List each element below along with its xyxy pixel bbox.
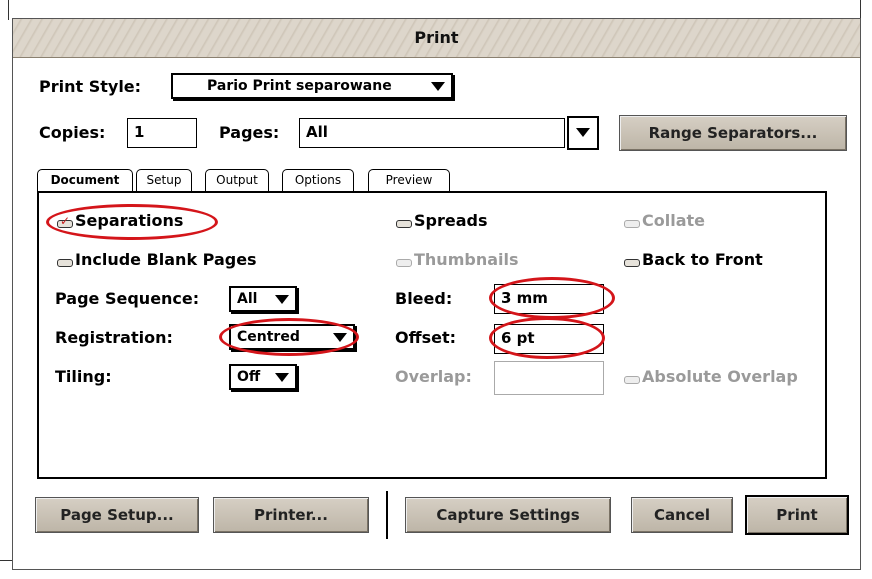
absolute-overlap-label: Absolute Overlap <box>642 367 798 386</box>
include-blank-pages-label: Include Blank Pages <box>75 250 257 269</box>
checkmark-icon: ✓ <box>60 214 71 228</box>
page-sequence-label: Page Sequence: <box>55 289 200 308</box>
pages-dropdown-button[interactable] <box>567 116 599 150</box>
spreads-checkbox[interactable] <box>396 220 412 228</box>
page-sequence-value: All <box>237 291 258 307</box>
copies-field[interactable]: 1 <box>127 118 197 148</box>
collate-label: Collate <box>642 211 705 230</box>
tiling-popup[interactable]: Off <box>229 364 297 390</box>
cancel-button[interactable]: Cancel <box>631 497 733 533</box>
tab-setup[interactable]: Setup <box>136 169 192 191</box>
tab-output[interactable]: Output <box>205 169 269 191</box>
tab-preview[interactable]: Preview <box>368 169 450 191</box>
include-blank-pages-checkbox[interactable] <box>57 259 73 267</box>
chevron-down-icon <box>275 295 289 304</box>
chevron-down-icon <box>275 373 289 382</box>
print-style-value: Pario Print separowane <box>207 78 392 94</box>
registration-value: Centred <box>237 329 300 345</box>
printer-button[interactable]: Printer... <box>213 497 369 533</box>
page-sequence-popup[interactable]: All <box>229 286 297 312</box>
overlap-field[interactable] <box>494 361 604 395</box>
button-divider <box>386 491 388 539</box>
capture-settings-button[interactable]: Capture Settings <box>405 497 611 533</box>
pages-label: Pages: <box>219 123 280 142</box>
window-title: Print <box>414 28 459 47</box>
title-bar[interactable]: Print <box>13 19 860 58</box>
offset-field[interactable]: 6 pt <box>494 324 604 354</box>
print-button[interactable]: Print <box>745 495 849 535</box>
tiling-value: Off <box>237 369 261 385</box>
thumbnails-checkbox[interactable] <box>396 259 412 267</box>
tab-document[interactable]: Document <box>37 169 133 192</box>
spreads-label: Spreads <box>414 211 488 230</box>
tab-options[interactable]: Options <box>282 169 354 191</box>
back-to-front-checkbox[interactable] <box>624 259 640 267</box>
separations-label: Separations <box>75 211 184 230</box>
chevron-down-icon <box>333 333 347 342</box>
chevron-down-icon <box>576 128 590 137</box>
chevron-down-icon <box>431 82 445 91</box>
back-to-front-label: Back to Front <box>642 250 763 269</box>
separations-checkbox[interactable]: ✓ <box>57 215 73 228</box>
copies-label: Copies: <box>39 123 106 142</box>
bleed-field[interactable]: 3 mm <box>494 284 604 314</box>
collate-checkbox[interactable] <box>624 220 640 228</box>
print-style-label: Print Style: <box>39 77 142 96</box>
document-panel: ✓ Separations Spreads Collate Include Bl… <box>37 191 827 479</box>
print-style-popup[interactable]: Pario Print separowane <box>171 73 453 99</box>
overlap-label: Overlap: <box>395 367 472 386</box>
print-dialog: Print Print Style: Pario Print separowan… <box>12 18 861 570</box>
registration-label: Registration: <box>55 328 173 347</box>
pages-field[interactable]: All <box>299 118 565 148</box>
page-setup-button[interactable]: Page Setup... <box>35 497 199 533</box>
thumbnails-label: Thumbnails <box>414 250 519 269</box>
tiling-label: Tiling: <box>55 367 112 386</box>
range-separators-button[interactable]: Range Separators... <box>619 115 847 151</box>
offset-label: Offset: <box>395 328 456 347</box>
crop-mark-top-right <box>860 0 861 20</box>
registration-popup[interactable]: Centred <box>229 324 355 350</box>
absolute-overlap-checkbox[interactable] <box>624 376 640 384</box>
crop-mark-top-left <box>8 0 9 20</box>
bleed-label: Bleed: <box>395 289 453 308</box>
